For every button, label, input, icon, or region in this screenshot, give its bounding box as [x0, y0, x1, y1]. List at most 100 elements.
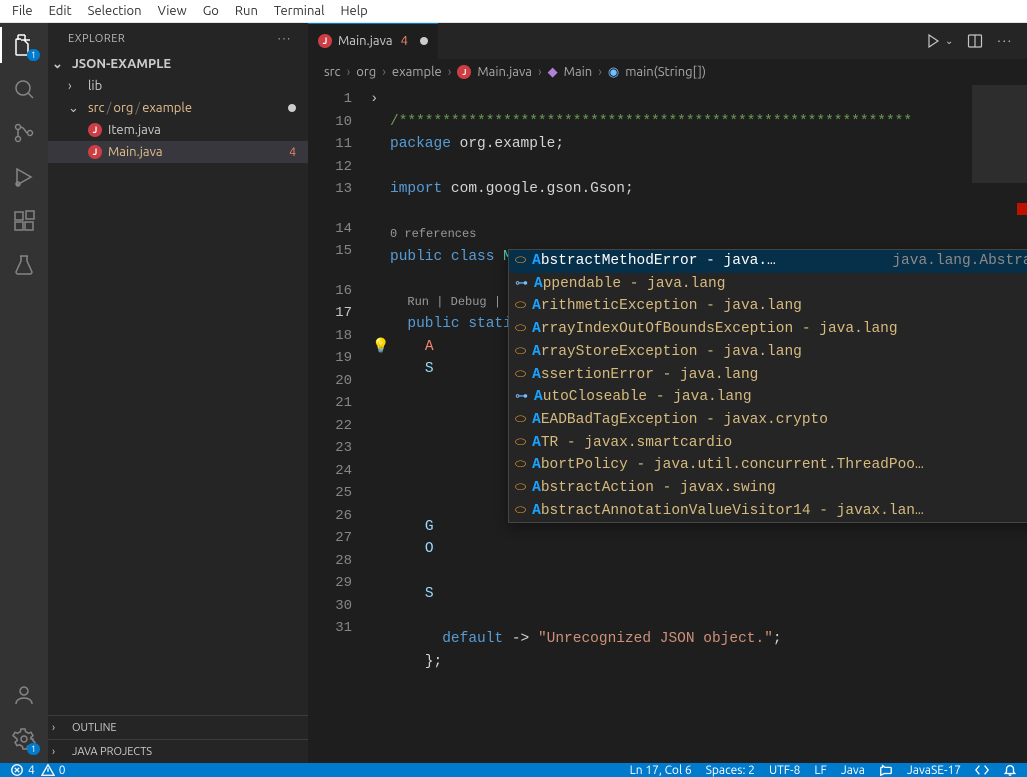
class-icon: ⬭	[515, 477, 526, 500]
suggest-label: ArrayStoreException - java.lang	[532, 341, 802, 364]
file-main-java[interactable]: J Main.java 4	[48, 141, 308, 163]
class-icon: ⬭	[515, 250, 526, 273]
code-text: com.google.gson.Gson;	[442, 181, 633, 197]
status-eol[interactable]: LF	[814, 764, 826, 777]
menu-help[interactable]: Help	[332, 0, 375, 22]
suggest-item[interactable]: ⬭ ATR - javax.smartcardio	[509, 432, 1027, 455]
crumb-class[interactable]: Main	[564, 65, 593, 79]
menu-terminal[interactable]: Terminal	[266, 0, 333, 22]
suggest-widget[interactable]: ⬭AbstractMethodError - java.…java.lang.A…	[508, 249, 1027, 523]
menu-file[interactable]: File	[4, 0, 41, 22]
menu-edit[interactable]: Edit	[41, 0, 80, 22]
lightbulb-icon[interactable]: 💡	[372, 336, 389, 359]
class-icon: ⬭	[515, 295, 526, 318]
file-item-java-label: Item.java	[108, 123, 161, 137]
tab-main-java[interactable]: J Main.java 4	[308, 23, 439, 59]
folder-lib[interactable]: › lib	[48, 75, 308, 97]
root-folder[interactable]: ⌄ JSON-EXAMPLE	[48, 53, 308, 75]
suggest-label: ArrayIndexOutOfBoundsException - java.la…	[532, 318, 897, 341]
suggest-detail: java.lang.Abstrac…	[892, 250, 1027, 273]
suggest-item[interactable]: ⬭ ArrayStoreException - java.lang	[509, 341, 1027, 364]
class-icon: ⬭	[515, 318, 526, 341]
crumb-method[interactable]: main(String[])	[625, 65, 706, 79]
tab-error-count: 4	[401, 34, 408, 48]
suggest-label: AssertionError - java.lang	[532, 364, 758, 387]
sidebar-title: EXPLORER	[68, 33, 125, 45]
suggest-label: ATR - javax.smartcardio	[532, 432, 732, 455]
tab-bar: J Main.java 4 ⌄ ···	[308, 23, 1027, 59]
tab-label: Main.java	[338, 34, 393, 48]
code-editor[interactable]: 1 10 11 12 13 14 15 16 17 18 19 20 21 22…	[308, 85, 1027, 763]
split-editor-icon[interactable]	[967, 33, 983, 49]
suggest-label: AutoCloseable - java.lang	[534, 386, 752, 409]
class-icon: ⬭	[515, 500, 526, 523]
sidebar-more-icon[interactable]: ···	[278, 33, 292, 45]
chevron-down-icon: ⌄	[52, 57, 66, 72]
codelens-references[interactable]: 0 references	[390, 227, 476, 241]
status-bar: 4 0 Ln 17, Col 6 Spaces: 2 UTF-8 LF Java…	[0, 763, 1027, 777]
panel-outline[interactable]: › OUTLINE	[48, 715, 308, 739]
suggest-label: AbortPolicy - java.util.concurrent.Threa…	[532, 454, 924, 477]
status-feedback-icon[interactable]	[879, 763, 893, 777]
suggest-item[interactable]: ⬭AbstractAction - javax.swing	[509, 477, 1027, 500]
menu-view[interactable]: View	[150, 0, 195, 22]
menu-go[interactable]: Go	[195, 0, 227, 22]
activity-explorer-icon[interactable]: 1	[10, 31, 38, 59]
suggest-item[interactable]: ⬭AEADBadTagException - javax.crypto	[509, 409, 1027, 432]
suggest-item[interactable]: ⬭ ArithmeticException - java.lang	[509, 295, 1027, 318]
fold-gutter[interactable]: ›	[370, 85, 390, 763]
java-file-icon: J	[318, 34, 332, 48]
suggest-item[interactable]: ⬭AbstractMethodError - java.…java.lang.A…	[509, 250, 1027, 273]
suggest-item[interactable]: ⊶Appendable - java.lang	[509, 273, 1027, 296]
folder-src-path[interactable]: ⌄ src/org/example	[48, 97, 308, 119]
status-jdk[interactable]: JavaSE-17	[907, 764, 961, 777]
run-dropdown-icon[interactable]: ⌄	[945, 35, 953, 47]
chevron-right-icon: ›	[52, 746, 66, 758]
breadcrumbs[interactable]: src› org› example› J Main.java› ◆ Main› …	[308, 59, 1027, 85]
suggest-item[interactable]: ⬭AbstractAnnotationValueVisitor14 - java…	[509, 500, 1027, 523]
menu-run[interactable]: Run	[227, 0, 266, 22]
code-keyword: package	[390, 136, 451, 152]
activity-account-icon[interactable]	[10, 681, 38, 709]
suggest-item[interactable]: ⬭AssertionError - java.lang	[509, 363, 1027, 386]
status-errors[interactable]: 4	[10, 763, 35, 777]
status-encoding[interactable]: UTF-8	[769, 764, 800, 777]
code-content[interactable]: /***************************************…	[390, 85, 1027, 763]
code-keyword: import	[390, 181, 442, 197]
editor-area: J Main.java 4 ⌄ ··· src› org› example› J…	[308, 23, 1027, 763]
editor-more-icon[interactable]: ···	[997, 34, 1013, 48]
file-main-java-label: Main.java	[108, 145, 163, 159]
method-symbol-icon: ◉	[608, 65, 619, 80]
suggest-item[interactable]: ⬭AbortPolicy - java.util.concurrent.Thre…	[509, 454, 1027, 477]
run-button-icon[interactable]	[925, 33, 941, 49]
crumb-org[interactable]: org	[356, 65, 376, 79]
crumb-example[interactable]: example	[392, 65, 442, 79]
line-number-gutter: 1 10 11 12 13 14 15 16 17 18 19 20 21 22…	[308, 85, 370, 763]
status-warnings[interactable]: 0	[41, 763, 66, 777]
suggest-item[interactable]: ⬭ ArrayIndexOutOfBoundsException - java.l…	[509, 318, 1027, 341]
crumb-src[interactable]: src	[324, 65, 341, 79]
menu-selection[interactable]: Selection	[80, 0, 150, 22]
activity-debug-icon[interactable]	[10, 163, 38, 191]
status-remote-icon[interactable]	[975, 763, 989, 777]
status-bell-icon[interactable]	[1003, 763, 1017, 777]
activity-search-icon[interactable]	[10, 75, 38, 103]
class-icon: ⬭	[515, 341, 526, 364]
status-lang[interactable]: Java	[841, 764, 865, 777]
class-icon: ⬭	[515, 432, 526, 455]
panel-java-projects[interactable]: › JAVA PROJECTS	[48, 739, 308, 763]
menubar: File Edit Selection View Go Run Terminal…	[0, 0, 1027, 23]
file-error-count: 4	[289, 146, 296, 159]
crumb-file[interactable]: Main.java	[477, 65, 532, 79]
java-file-icon: J	[88, 123, 102, 137]
activity-testing-icon[interactable]	[10, 251, 38, 279]
status-lncol[interactable]: Ln 17, Col 6	[630, 764, 692, 777]
panel-outline-label: OUTLINE	[72, 722, 117, 734]
suggest-item[interactable]: ⊶AutoCloseable - java.lang	[509, 386, 1027, 409]
activity-extensions-icon[interactable]	[10, 207, 38, 235]
activity-scm-icon[interactable]	[10, 119, 38, 147]
status-spaces[interactable]: Spaces: 2	[706, 764, 755, 777]
file-item-java[interactable]: J Item.java	[48, 119, 308, 141]
activity-settings-icon[interactable]: 1	[10, 725, 38, 753]
suggest-label: ArithmeticException - java.lang	[532, 295, 802, 318]
